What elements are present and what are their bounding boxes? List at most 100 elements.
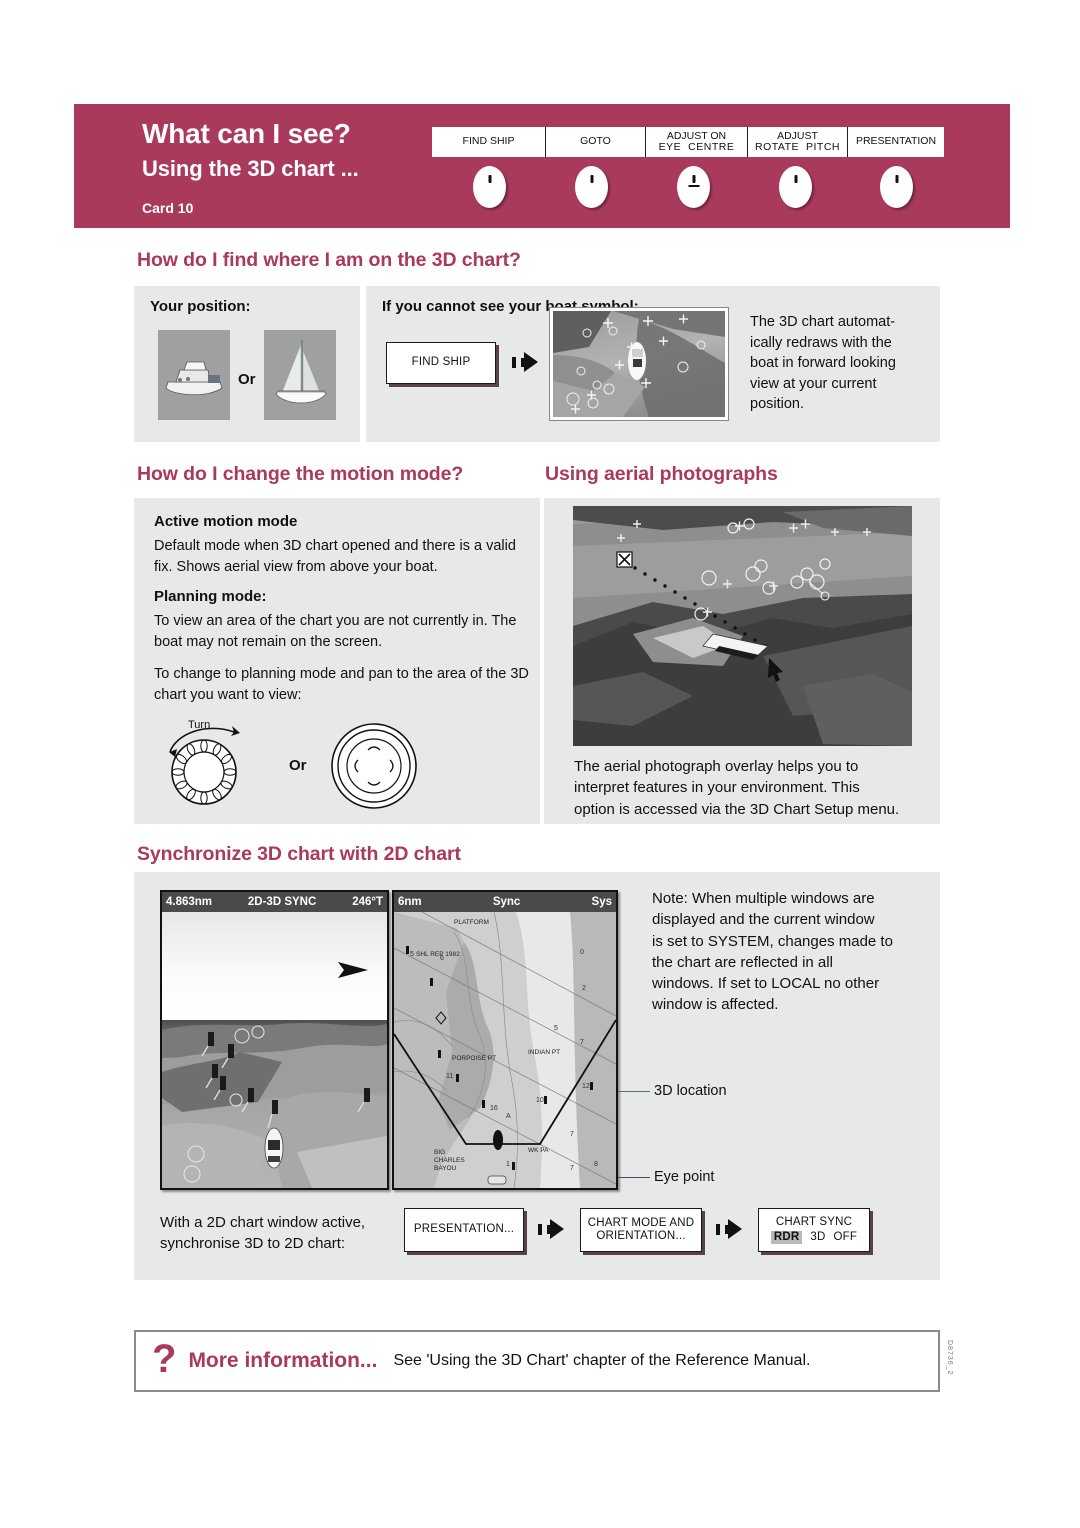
chart-label-platform: PLATFORM [454,919,489,926]
leader-line-eye-point [618,1177,650,1178]
softkey-label-find-ship: FIND SHIP [432,127,546,157]
sync-note-text: Note: When multiple windows are displaye… [652,890,893,1014]
chart-label-big-charles2: CHARLES [434,1157,465,1164]
panel-sync: 4.863nm 2D-3D SYNC 246°T 6nm Sync Sys PL… [134,872,940,1280]
softkey-label-presentation: PRESENTATION [855,135,937,148]
svg-text:5: 5 [554,1025,558,1032]
aerial-caption: The aerial photograph overlay helps you … [574,758,900,818]
svg-text:12: 12 [582,1083,590,1090]
card-number: Card 10 [142,200,194,216]
section-heading-aerial: Using aerial photographs [545,463,778,485]
callout-3d-location: 3D location [654,1083,727,1099]
aerial-photograph-large [573,506,912,746]
svg-text:7: 7 [580,1039,584,1046]
softkey-button-find-ship[interactable] [473,166,506,208]
mfd-2d-sync: Sync [492,896,521,908]
svg-text:2: 2 [582,985,586,992]
softkey-label-strip: FIND SHIP GOTO ADJUST ON EYE CENTRE ADJUS… [432,127,944,157]
svg-text:1: 1 [506,1161,510,1168]
text-planning-mode: To view an area of the chart you are not… [154,613,517,650]
svg-text:6: 6 [440,955,444,962]
mfd-3d-statusbar: 4.863nm 2D-3D SYNC 246°T [162,892,387,912]
svg-text:7: 7 [570,1165,574,1172]
more-information-bar: ? More information... See 'Using the 3D … [134,1330,940,1392]
panel-find-ship: If you cannot see your boat symbol: FIND… [366,286,940,442]
chart-sync-options: RDR 3D OFF [770,1231,858,1245]
softkey-button-adjust[interactable] [779,166,812,208]
chart-sync-option-off[interactable]: OFF [834,1231,858,1244]
section-heading-find: How do I find where I am on the 3D chart… [137,249,521,271]
chart-sync-option-rdr[interactable]: RDR [770,1231,803,1245]
document-code: D8736_2 [946,1340,953,1376]
chart-label-big-charles: BIG [434,1149,445,1156]
chart-sync-option-3d[interactable]: 3D [810,1231,825,1244]
chart-label-shl-rep: SHL REP 1982 [416,951,460,958]
leader-line-3d-location [618,1091,650,1092]
softkey-label-adjust: ADJUST ROTATE PITCH [748,127,848,157]
cursor-pad-icon[interactable] [326,720,422,812]
label-your-position: Your position: [150,298,251,315]
question-mark-icon: ? [152,1337,177,1381]
chart-label-indian: INDIAN PT [528,1049,560,1056]
svg-text:A: A [506,1113,511,1120]
find-ship-result-text: The 3D chart automat- ically redraws wit… [750,314,896,413]
page-header: What can I see? Using the 3D chart ... C… [74,104,1010,228]
mfd-3d-range: 4.863nm [166,896,213,908]
mfd-3d-heading: 246°T [352,896,383,908]
softkey-underline-icon [688,185,699,187]
section-heading-sync: Synchronize 3D chart with 2D chart [137,843,461,865]
label-or-position: Or [238,371,256,388]
svg-text:0: 0 [580,949,584,956]
panel-motion-mode: Active motion mode Default mode when 3D … [134,498,540,824]
text-active-motion-mode: Default mode when 3D chart opened and th… [154,538,516,575]
softkey-label-goto: GOTO [546,127,646,157]
softkey-dot-icon [488,175,491,183]
arrow-right-icon-2 [538,1219,566,1240]
softkey-button-presentation[interactable] [880,166,913,208]
arrow-right-icon-3 [716,1219,744,1240]
chart-label-porpoise: PORPOISE PT [452,1055,496,1062]
find-ship-button[interactable]: FIND SHIP [386,342,496,384]
more-information-text: See 'Using the 3D Chart' chapter of the … [393,1352,811,1369]
mfd-2d-range: 6nm [398,896,422,908]
panel-aerial-photographs: The aerial photograph overlay helps you … [544,498,940,824]
chart-label-wk-pa: WK PA [528,1147,549,1154]
page-title: What can I see? [142,118,351,149]
label-planning-mode: Planning mode: [154,588,267,605]
sailboat-icon [264,330,336,420]
softkey-dot-icon [692,175,695,183]
arrow-right-icon [512,352,540,373]
sync-instruction-text: With a 2D chart window active, synchroni… [160,1214,366,1253]
more-information-title: More information... [188,1349,378,1372]
svg-text:16: 16 [490,1105,498,1112]
softkey-dot-icon [590,175,593,183]
presentation-button[interactable]: PRESENTATION... [404,1208,524,1252]
svg-text:8: 8 [594,1161,598,1168]
svg-text:5: 5 [410,951,414,958]
svg-text:7: 7 [570,1131,574,1138]
mfd-2d-statusbar: 6nm Sync Sys [394,892,616,912]
chart-sync-button[interactable]: CHART SYNC RDR 3D OFF [758,1208,870,1252]
rotary-knob-icon[interactable]: Turn [160,716,270,812]
softkey-dot-icon [895,175,898,183]
panel-your-position: Your position: Or [134,286,360,442]
label-active-motion-mode: Active motion mode [154,513,298,530]
label-or-motion: Or [289,757,307,774]
section-heading-motion: How do I change the motion mode? [137,463,464,485]
svg-text:11: 11 [446,1073,453,1080]
aerial-thumbnail-find-ship [549,307,729,421]
mfd-3d-window: 4.863nm 2D-3D SYNC 246°T [160,890,389,1190]
mfd-2d-sys: Sys [591,896,612,908]
text-change-to-planning: To change to planning mode and pan to th… [154,666,529,703]
callout-eye-point: Eye point [654,1169,715,1185]
chart-mode-orientation-button[interactable]: CHART MODE AND ORIENTATION... [580,1208,702,1252]
softkey-dot-icon [794,175,797,183]
softkey-button-row [432,162,944,216]
softkey-button-goto[interactable] [575,166,608,208]
motorboat-icon [158,330,230,420]
chart-label-big-charles3: BAYOU [434,1165,457,1172]
mfd-3d-mode: 2D-3D SYNC [247,896,317,908]
softkey-label-adjust-on: ADJUST ON EYE CENTRE [646,127,748,157]
softkey-button-adjust-on[interactable] [677,166,710,208]
mfd-2d-window: 6nm Sync Sys PLATFORM SHL REP 1982 PORPO… [392,890,618,1190]
